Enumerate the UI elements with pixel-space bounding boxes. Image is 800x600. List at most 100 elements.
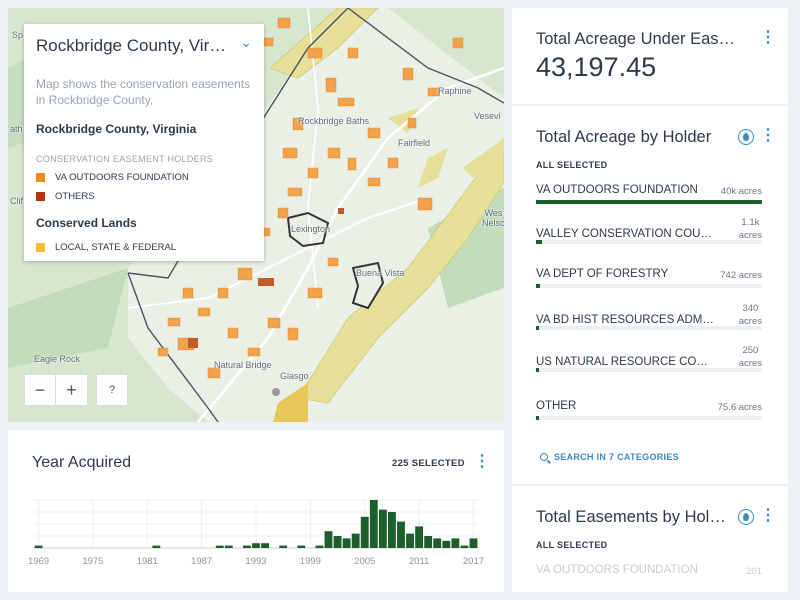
holder-bar-track xyxy=(536,200,762,204)
holder-bar-fill xyxy=(536,368,539,372)
kebab-menu-icon[interactable]: ⋮ xyxy=(760,508,776,524)
place-label-weston: Wes Nelso xyxy=(482,208,504,228)
legend-item-label: LOCAL, STATE & FEDERAL xyxy=(55,242,177,253)
holder-bar-track xyxy=(536,368,762,372)
year-bar-2014[interactable] xyxy=(442,540,451,548)
search-categories-link[interactable]: SEARCH IN 7 CATEGORIES xyxy=(540,452,679,462)
year-bar-2007[interactable] xyxy=(378,509,387,548)
holder-name: VA DEPT OF FORESTRY xyxy=(536,268,669,280)
legend-swatch-yellow xyxy=(36,243,45,252)
holder-bar-fill xyxy=(536,200,762,204)
holder-bar-track xyxy=(536,416,762,420)
place-label-natural-bridge: Natural Bridge xyxy=(214,360,272,370)
acreage-by-holder-card: Total Acreage by Holder ⋮ ALL SELECTED V… xyxy=(512,106,788,484)
x-tick-label: 1999 xyxy=(300,556,321,567)
year-bar-1993[interactable] xyxy=(252,543,260,548)
year-chart[interactable]: 1969 1975 1981 1987 1993 1999 2005 2011 2017 xyxy=(8,430,504,592)
legend-item-va-outdoors: VA OUTDOORS FOUNDATION xyxy=(36,172,252,183)
year-bar-1982[interactable] xyxy=(152,545,161,548)
easement-row-name[interactable]: VA OUTDOORS FOUNDATION xyxy=(536,564,698,576)
year-bar-2016[interactable] xyxy=(460,545,469,548)
x-tick-label: 1969 xyxy=(28,556,49,567)
year-bar-1989[interactable] xyxy=(215,545,224,548)
search-icon xyxy=(540,453,548,461)
holder-name: VA OUTDOORS FOUNDATION xyxy=(536,184,698,196)
holder-name: OTHER xyxy=(536,400,577,412)
legend-title: Rockbridge County, Virginia xyxy=(36,36,231,55)
legend-item-others: OTHERS xyxy=(36,191,252,202)
year-bar-1992[interactable] xyxy=(243,545,251,548)
year-bar-2011[interactable] xyxy=(415,526,424,548)
kebab-menu-icon[interactable]: ⋮ xyxy=(760,30,776,46)
all-selected-label: ALL SELECTED xyxy=(536,540,608,550)
year-bar-2000[interactable] xyxy=(315,545,324,548)
holder-value: 340 acres xyxy=(738,303,762,327)
year-bar-2001[interactable] xyxy=(324,531,333,548)
year-bar-1969[interactable] xyxy=(34,545,43,548)
kebab-menu-icon[interactable]: ⋮ xyxy=(760,128,776,144)
holder-bar-fill xyxy=(536,240,543,244)
year-bar-2015[interactable] xyxy=(451,538,460,548)
easement-row-value: 201 xyxy=(746,566,762,577)
year-bar-1996[interactable] xyxy=(279,545,288,548)
all-selected-label: ALL SELECTED xyxy=(536,160,608,170)
holder-value: 1.1k acres xyxy=(738,217,762,241)
help-button[interactable]: ? xyxy=(96,374,128,406)
legend-item-label: OTHERS xyxy=(55,191,95,202)
droplet-icon[interactable] xyxy=(738,129,754,145)
holder-bar-fill xyxy=(536,326,539,330)
zoom-in-button[interactable]: + xyxy=(56,374,88,406)
chevron-down-icon[interactable]: ⌄ xyxy=(240,34,252,51)
search-categories-label: SEARCH IN 7 CATEGORIES xyxy=(554,452,679,462)
holder-bar-fill xyxy=(536,416,539,420)
holder-value: 40k acres xyxy=(720,186,762,197)
zoom-controls: − + xyxy=(24,374,88,406)
legend-swatch-orange xyxy=(36,173,45,182)
map-legend: Rockbridge County, Virginia ⌄ Map shows … xyxy=(24,24,264,261)
droplet-icon[interactable] xyxy=(738,509,754,525)
year-acquired-panel: Year Acquired 225 SELECTED ⋮ 1969 1975 198… xyxy=(8,430,504,592)
year-bar-2005[interactable] xyxy=(360,516,369,548)
total-acreage-title: Total Acreage Under Easements xyxy=(536,30,736,48)
holder-value: 742 acres xyxy=(720,270,762,281)
year-bar-2002[interactable] xyxy=(333,536,342,548)
year-bar-1990[interactable] xyxy=(224,545,233,548)
place-label-raphine: Raphine xyxy=(438,86,472,96)
map-panel[interactable]: Rockbridge Baths Fairfield Raphine Vesev… xyxy=(8,8,504,422)
year-bar-2010[interactable] xyxy=(406,533,414,548)
x-tick-label: 1975 xyxy=(82,556,103,567)
legend-layer-title: Rockbridge County, Virginia xyxy=(36,122,197,136)
holder-bar-track xyxy=(536,240,762,244)
legend-item-label: VA OUTDOORS FOUNDATION xyxy=(55,172,189,183)
year-bar-2003[interactable] xyxy=(342,538,351,548)
year-bar-2006[interactable] xyxy=(369,500,378,548)
place-label-fairfield: Fairfield xyxy=(398,138,431,148)
x-tick-label: 1987 xyxy=(191,556,212,567)
holder-bar-track xyxy=(536,326,762,330)
legend-holders-caption: CONSERVATION EASEMENT HOLDERS xyxy=(36,154,214,164)
year-bar-2017[interactable] xyxy=(469,538,478,548)
year-bar-2012[interactable] xyxy=(424,536,433,548)
place-label-glasgow: Glasgo xyxy=(280,371,309,381)
year-bar-2009[interactable] xyxy=(397,521,405,548)
total-acreage-card: Total Acreage Under Easements ⋮ 43,197.4… xyxy=(512,8,788,104)
easements-by-holder-title: Total Easements by Holder xyxy=(536,508,726,526)
year-bar-2004[interactable] xyxy=(351,533,360,548)
year-bar-2013[interactable] xyxy=(433,538,442,548)
place-label-sp: Sp xyxy=(12,30,24,40)
x-tick-label: 2017 xyxy=(463,556,484,567)
year-bar-1998[interactable] xyxy=(297,545,306,548)
place-label-lexington: Lexington xyxy=(291,224,331,234)
holder-value: 250 acres xyxy=(738,345,762,369)
legend-description: Map shows the conservation easements in … xyxy=(36,77,251,107)
year-bar-2008[interactable] xyxy=(387,512,396,548)
place-label-ath: ath xyxy=(10,124,23,134)
x-tick-label: 2005 xyxy=(354,556,375,567)
holder-name: VA BD HIST RESOURCES ADMINISTRATION xyxy=(536,314,716,326)
year-bar-1994[interactable] xyxy=(261,543,269,548)
place-label-eagle-rock: Eagle Rock xyxy=(34,354,81,364)
holder-name: US NATURAL RESOURCE CONSERVATION xyxy=(536,356,716,368)
place-label-buena-vista: Buena Vista xyxy=(356,268,405,278)
zoom-out-button[interactable]: − xyxy=(24,374,56,406)
x-tick-label: 1981 xyxy=(137,556,158,567)
